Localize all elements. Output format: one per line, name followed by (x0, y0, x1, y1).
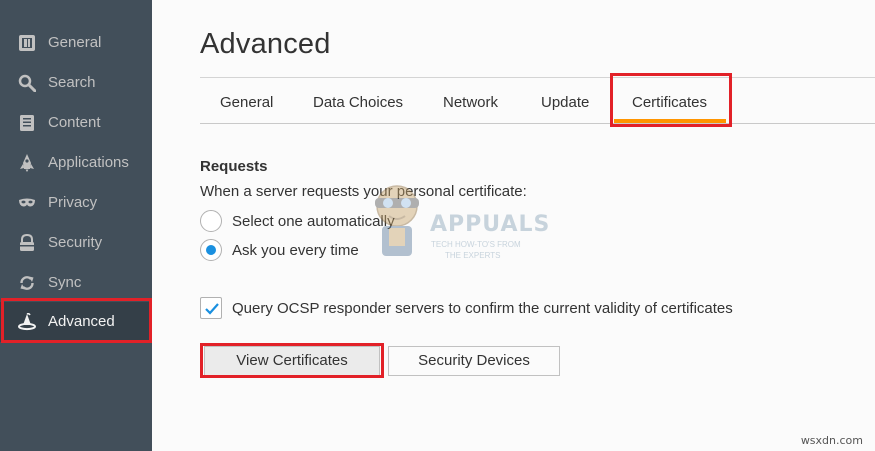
requests-heading: Requests (200, 158, 268, 175)
radio-ask-every-time[interactable]: Ask you every time (200, 238, 359, 262)
sidebar: General Search Content Applications Priv… (0, 0, 152, 451)
sidebar-item-security[interactable]: Security (0, 223, 152, 263)
sidebar-item-label: Content (48, 114, 101, 131)
ocsp-checkbox-label: Query OCSP responder servers to confirm … (232, 299, 733, 317)
appuals-watermark: APPUALS TECH HOW-TO'S FROM THE EXPERTS (367, 178, 549, 270)
sidebar-item-label: Advanced (48, 313, 115, 330)
sidebar-item-general[interactable]: General (0, 23, 152, 63)
sidebar-item-label: Search (48, 74, 96, 91)
sidebar-item-label: Sync (48, 274, 82, 291)
view-certificates-button[interactable]: View Certificates (204, 346, 380, 376)
site-watermark: wsxdn.com (800, 434, 863, 447)
ocsp-checkbox[interactable] (200, 297, 222, 319)
privacy-mask-icon (18, 194, 36, 212)
sidebar-item-advanced[interactable]: Advanced (0, 302, 152, 342)
advanced-wizard-hat-icon (18, 313, 36, 331)
sidebar-item-content[interactable]: Content (0, 103, 152, 143)
search-icon (18, 74, 36, 92)
ocsp-checkbox-row[interactable]: Query OCSP responder servers to confirm … (200, 296, 733, 320)
title-divider (200, 77, 875, 78)
sidebar-item-sync[interactable]: Sync (0, 263, 152, 303)
radio-label: Ask you every time (232, 241, 359, 259)
radio-button[interactable] (200, 239, 222, 261)
watermark-tagline: THE EXPERTS (445, 251, 501, 260)
sidebar-item-label: Security (48, 234, 103, 251)
tab-data-choices[interactable]: Data Choices (313, 84, 403, 122)
main-panel: Advanced General Data Choices Network Up… (152, 0, 875, 451)
security-icon (18, 234, 36, 252)
sidebar-item-applications[interactable]: Applications (0, 143, 152, 183)
general-icon (18, 34, 36, 52)
security-devices-button[interactable]: Security Devices (388, 346, 560, 376)
tab-update[interactable]: Update (541, 84, 589, 122)
sidebar-item-label: General (48, 34, 102, 51)
sidebar-item-label: Privacy (48, 194, 98, 211)
tab-network[interactable]: Network (443, 84, 498, 122)
sidebar-item-label: Applications (48, 154, 129, 171)
watermark-tagline: TECH HOW-TO'S FROM (431, 240, 521, 249)
tabs-divider (200, 123, 875, 124)
applications-icon (18, 154, 36, 172)
sidebar-item-search[interactable]: Search (0, 63, 152, 103)
mascot-logo-icon (375, 185, 419, 256)
tab-general[interactable]: General (220, 84, 273, 122)
checkmark-icon (205, 303, 219, 315)
page-title: Advanced (200, 28, 331, 60)
tab-certificates[interactable]: Certificates (632, 84, 707, 122)
radio-select-automatically[interactable]: Select one automatically (200, 209, 395, 233)
sidebar-item-privacy[interactable]: Privacy (0, 183, 152, 223)
sync-icon (18, 274, 36, 292)
radio-button[interactable] (200, 210, 222, 232)
content-icon (18, 114, 36, 132)
watermark-brand: APPUALS (430, 212, 551, 237)
